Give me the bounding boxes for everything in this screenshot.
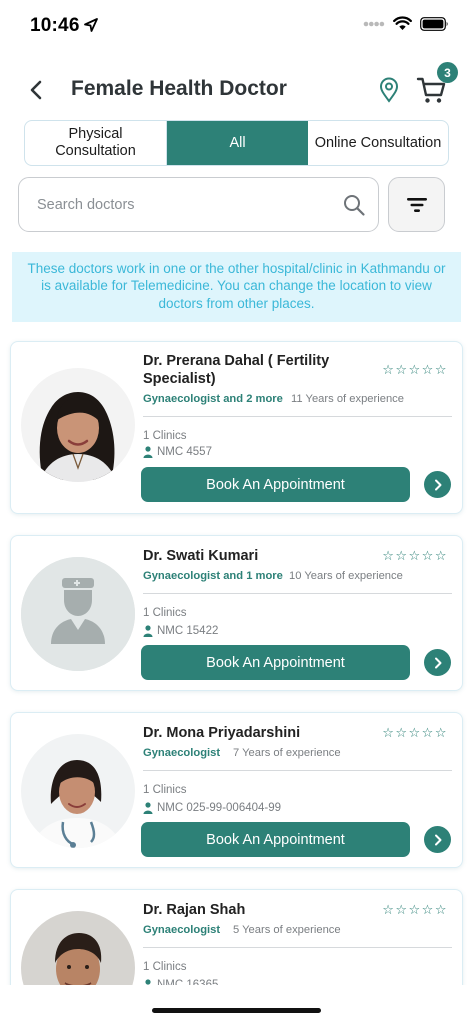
battery-icon (420, 16, 448, 31)
doctor-specialty[interactable]: Gynaecologist and 1 more (143, 570, 283, 582)
filter-icon (406, 197, 427, 212)
doctor-experience: 7 Years of experience (233, 747, 341, 759)
doctor-avatar (21, 557, 135, 671)
search-icon[interactable] (342, 193, 366, 217)
card-divider (143, 593, 452, 594)
cart-count-badge: 3 (437, 62, 458, 83)
doctor-card[interactable]: Dr. Swati Kumari ☆☆☆☆☆ Gynaecologist and… (10, 535, 463, 691)
doctor-name: Dr. Prerana Dahal ( Fertility Specialist… (143, 353, 330, 387)
search-box (18, 177, 379, 232)
doctor-name: Dr. Mona Priyadarshini (143, 725, 301, 741)
view-doctor-button[interactable] (424, 826, 451, 853)
clinic-count: 1 Clinics (143, 430, 187, 442)
card-divider (143, 947, 452, 948)
wifi-icon (393, 16, 412, 30)
book-appointment-button[interactable]: Book An Appointment (141, 467, 410, 502)
doctor-name: Dr. Swati Kumari (143, 548, 259, 564)
info-banner: These doctors work in one or the other h… (12, 252, 461, 322)
filter-button[interactable] (388, 177, 445, 232)
doctor-specialty[interactable]: Gynaecologist (143, 747, 220, 759)
doctor-experience: 5 Years of experience (233, 924, 341, 936)
chevron-left-icon (30, 80, 42, 100)
chevron-right-icon (434, 834, 441, 845)
rating-stars-icon: ☆☆☆☆☆ (382, 362, 448, 377)
app-header: Female Health Doctor (0, 62, 473, 118)
doctor-placeholder-icon (21, 557, 135, 671)
clinic-count: 1 Clinics (143, 961, 187, 973)
book-appointment-button[interactable]: Book An Appointment (141, 645, 410, 680)
location-pin-icon[interactable] (378, 77, 400, 103)
signal-dots-icon (363, 21, 385, 26)
chevron-right-icon (434, 479, 441, 490)
female-doctor-photo (21, 368, 135, 482)
doctor-icon (143, 446, 153, 458)
rating-stars-icon: ☆☆☆☆☆ (382, 902, 448, 917)
nmc-label: NMC 4557 (157, 446, 212, 458)
tab-physical-consultation[interactable]: Physical Consultation (25, 121, 167, 165)
bottom-safe-area (0, 985, 473, 1024)
book-appointment-button[interactable]: Book An Appointment (141, 822, 410, 857)
doctor-avatar (21, 734, 135, 848)
tab-all[interactable]: All (167, 121, 308, 165)
doctor-icon (143, 802, 153, 814)
rating-stars-icon: ☆☆☆☆☆ (382, 548, 448, 563)
card-divider (143, 770, 452, 771)
clinic-count: 1 Clinics (143, 784, 187, 796)
female-doctor-photo (21, 734, 135, 848)
doctor-specialty[interactable]: Gynaecologist (143, 924, 220, 936)
view-doctor-button[interactable] (424, 471, 451, 498)
doctor-icon (143, 625, 153, 637)
rating-stars-icon: ☆☆☆☆☆ (382, 725, 448, 740)
nmc-number: NMC 15422 (143, 625, 218, 637)
doctor-card[interactable]: Dr. Prerana Dahal ( Fertility Specialist… (10, 341, 463, 514)
nmc-label: NMC 15422 (157, 625, 219, 637)
clinic-count: 1 Clinics (143, 607, 187, 619)
nmc-number: NMC 025-99-006404-99 (143, 802, 281, 814)
nmc-label: NMC 025-99-006404-99 (157, 802, 282, 814)
doctor-specialty[interactable]: Gynaecologist and 2 more (143, 393, 283, 405)
page-title: Female Health Doctor (71, 77, 287, 100)
tab-online-consultation[interactable]: Online Consultation (308, 121, 448, 165)
view-doctor-button[interactable] (424, 649, 451, 676)
tab-label: All (229, 134, 246, 151)
search-input[interactable] (37, 178, 337, 231)
home-indicator[interactable] (152, 1008, 321, 1013)
status-indicators (363, 16, 449, 31)
status-time: 10:46 (30, 15, 80, 36)
location-arrow-icon (84, 18, 98, 32)
status-bar: 10:46 (0, 0, 473, 52)
consultation-tabs: Physical Consultation All Online Consult… (24, 120, 449, 166)
doctor-card[interactable]: Dr. Mona Priyadarshini ☆☆☆☆☆ Gynaecologi… (10, 712, 463, 868)
chevron-right-icon (434, 657, 441, 668)
nmc-number: NMC 4557 (143, 446, 212, 458)
doctor-experience: 10 Years of experience (289, 570, 403, 582)
tab-label: Physical Consultation (55, 126, 136, 159)
doctor-avatar (21, 368, 135, 482)
doctor-experience: 11 Years of experience (291, 393, 404, 405)
tab-label: Online Consultation (314, 134, 442, 151)
card-divider (143, 416, 452, 417)
back-button[interactable] (24, 76, 48, 104)
doctor-name: Dr. Rajan Shah (143, 902, 246, 918)
